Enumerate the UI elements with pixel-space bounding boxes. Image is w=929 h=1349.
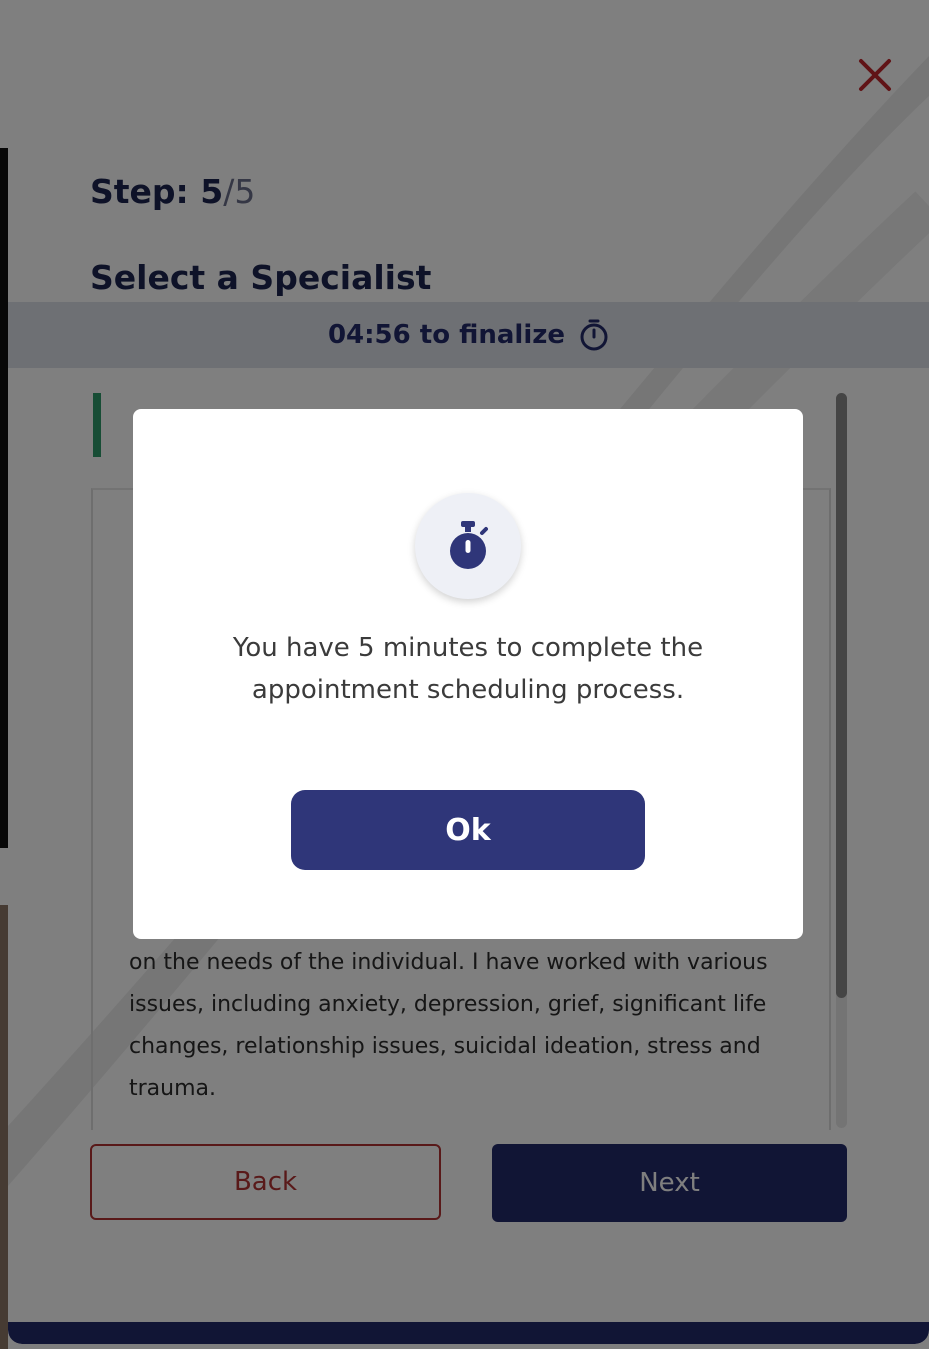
- timer-info-modal: You have 5 minutes to complete the appoi…: [133, 409, 803, 939]
- modal-message: You have 5 minutes to complete the appoi…: [232, 633, 704, 705]
- stopwatch-icon: [450, 521, 488, 569]
- modal-icon-circle: [415, 493, 521, 599]
- ok-button[interactable]: Ok: [291, 790, 645, 870]
